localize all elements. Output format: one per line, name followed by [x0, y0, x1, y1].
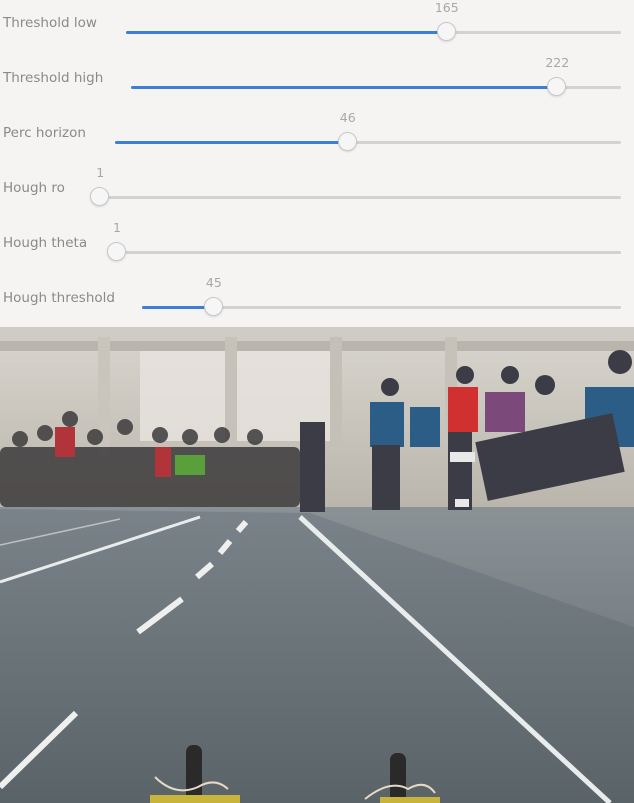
slider-label: Perc horizon	[3, 125, 86, 141]
slider-handle[interactable]	[107, 242, 126, 261]
slider-row-hough-theta: Hough theta 1	[0, 220, 634, 275]
slider-label: Hough ro	[3, 180, 65, 196]
slider-track[interactable]: 46	[115, 110, 621, 151]
slider-row-hough-ro: Hough ro 1	[0, 165, 634, 220]
slider-handle[interactable]	[337, 132, 357, 151]
slider-value: 46	[339, 110, 356, 125]
slider-label: Hough theta	[3, 235, 88, 251]
slider-row-threshold-low: Threshold low 165	[0, 0, 634, 55]
slider-track[interactable]: 165	[126, 0, 621, 41]
slider-value: 1	[113, 220, 121, 235]
slider-track[interactable]: 222	[131, 55, 621, 96]
camera-feed-image	[0, 327, 634, 803]
slider-value: 45	[205, 275, 222, 290]
slider-track[interactable]: 1	[90, 165, 621, 206]
slider-fill	[115, 141, 348, 144]
settings-panel: Threshold low 165 Threshold high 222 Per…	[0, 0, 634, 327]
slider-label: Threshold low	[3, 15, 97, 31]
slider-fill	[126, 31, 447, 34]
slider-label: Threshold high	[3, 70, 104, 86]
camera-scene	[0, 327, 634, 803]
slider-handle[interactable]	[547, 77, 567, 96]
slider-row-threshold-high: Threshold high 222	[0, 55, 634, 110]
slider-value: 1	[96, 165, 105, 180]
slider-fill	[131, 86, 558, 89]
slider-value: 222	[545, 55, 570, 70]
slider-track[interactable]: 1	[107, 220, 621, 261]
slider-value: 165	[434, 0, 459, 15]
slider-row-hough-threshold: Hough threshold 45	[0, 275, 634, 330]
slider-handle[interactable]	[90, 187, 110, 206]
slider-label: Hough threshold	[3, 290, 115, 306]
slider-row-perc-horizon: Perc horizon 46	[0, 110, 634, 165]
slider-track[interactable]: 45	[142, 275, 621, 316]
slider-handle[interactable]	[203, 297, 223, 316]
slider-handle[interactable]	[436, 22, 456, 41]
